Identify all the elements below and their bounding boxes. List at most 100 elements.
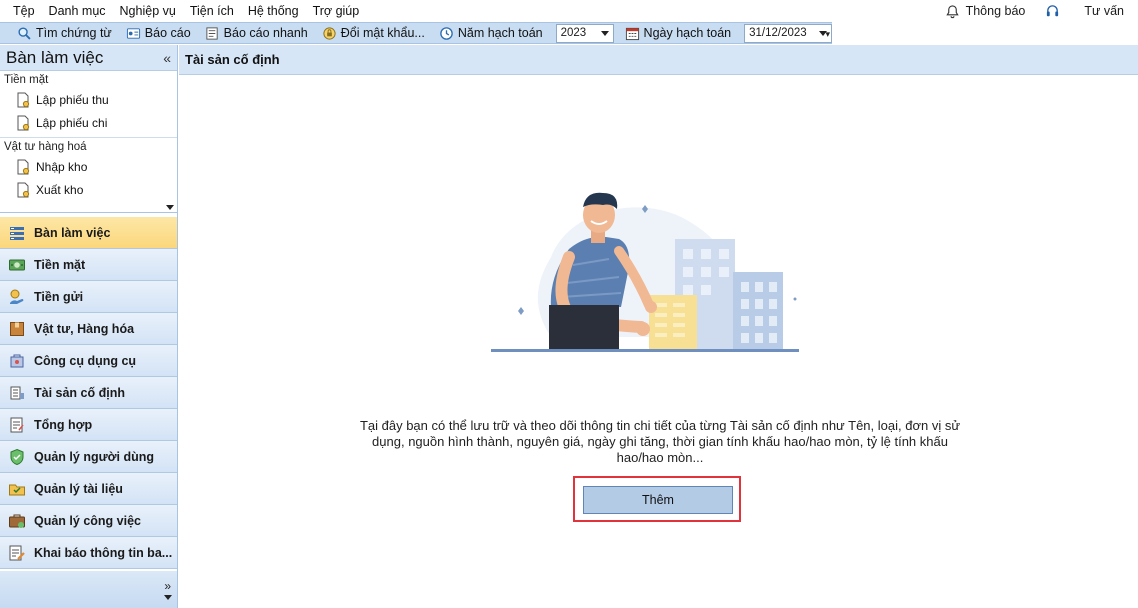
module-goods[interactable]: Vật tư, Hàng hóa	[0, 313, 177, 345]
tree-item-label: Xuất kho	[36, 182, 84, 197]
change-password-label: Đổi mật khẩu...	[340, 26, 425, 40]
tree-item-label: Lập phiếu thu	[36, 92, 109, 107]
module-label: Vật tư, Hàng hóa	[34, 321, 135, 336]
module-label: Công cụ dụng cụ	[34, 353, 137, 368]
desk-icon	[10, 226, 24, 240]
tools-icon	[10, 354, 24, 367]
module-user-management[interactable]: Quản lý người dùng	[0, 441, 177, 473]
module-list: Bàn làm việc Tiền mặt Tiền gửi Vật tư, H…	[0, 217, 177, 569]
declaration-icon	[9, 545, 25, 560]
quick-reports-label: Báo cáo nhanh	[223, 26, 308, 40]
fixed-asset-illustration	[491, 192, 799, 352]
panel-title: Bàn làm việc	[6, 47, 104, 67]
toolbar-overflow-icon[interactable]: ▾	[825, 29, 830, 40]
fiscal-year-select[interactable]: 2023	[555, 23, 614, 43]
document-icon	[17, 115, 30, 130]
module-label: Quản lý người dùng	[34, 449, 155, 464]
module-cash[interactable]: Tiền mặt	[0, 249, 177, 281]
chevron-down-icon	[600, 30, 609, 36]
document-icon	[17, 182, 30, 197]
search-icon	[18, 26, 31, 40]
toolbar: Tìm chứng từ Báo cáo Báo cáo nhanh Đổi m…	[0, 22, 832, 44]
reports-button[interactable]: Báo cáo	[119, 23, 198, 43]
module-label: Tiền mặt	[34, 257, 86, 272]
module-task-management[interactable]: Quản lý công việc	[0, 505, 177, 537]
menu-operations[interactable]: Nghiệp vụ	[113, 4, 183, 18]
summary-icon	[10, 417, 24, 432]
menu-right-area: Thông báo Tư vấn	[945, 0, 1138, 22]
tree-group-goods: Vật tư hàng hoá	[0, 137, 177, 155]
change-password-button[interactable]: Đổi mật khẩu...	[315, 23, 432, 43]
notifications-label: Thông báo	[965, 4, 1026, 18]
tree-item-stock-out[interactable]: Xuất kho	[0, 178, 177, 201]
add-button-highlight: Thêm	[573, 476, 741, 522]
search-vouchers-label: Tìm chứng từ	[36, 26, 112, 40]
document-icon	[17, 159, 30, 174]
user-shield-icon	[10, 448, 24, 465]
module-fixed-assets[interactable]: Tài sản cố định	[0, 377, 177, 409]
fiscal-year-group: Năm hạch toán	[432, 23, 550, 43]
posting-date-value: 31/12/2023	[749, 27, 807, 39]
tree-item-payment[interactable]: Lập phiếu chi	[0, 111, 177, 134]
posting-date-group: Ngày hạch toán	[618, 23, 739, 43]
add-fixed-asset-button[interactable]: Thêm	[583, 486, 733, 514]
main-content: Tài sản cố định Tại đây bạn có thể lưu t…	[179, 45, 1138, 608]
module-label: Quản lý công việc	[34, 513, 141, 528]
module-document-management[interactable]: Quản lý tài liệu	[0, 473, 177, 505]
shortcut-tree: Tiền mặt Lập phiếu thu Lập phiếu chi Vật…	[0, 71, 177, 213]
content-header: Tài sản cố định	[179, 45, 1138, 75]
module-desk[interactable]: Bàn làm việc	[0, 217, 177, 249]
module-label: Quản lý tài liệu	[34, 481, 123, 496]
document-icon	[17, 92, 30, 107]
posting-date-select[interactable]: 31/12/2023	[744, 23, 832, 43]
clock-icon	[440, 26, 453, 40]
menu-system[interactable]: Hệ thống	[241, 4, 306, 18]
menu-file[interactable]: Tệp	[6, 4, 42, 18]
tree-item-label: Lập phiếu chi	[36, 115, 108, 130]
module-declaration[interactable]: Khai báo thông tin ba...	[0, 537, 177, 569]
fiscal-year-value: 2023	[560, 27, 587, 39]
quick-reports-button[interactable]: Báo cáo nhanh	[198, 23, 315, 43]
notifications-button[interactable]: Thông báo	[945, 4, 1026, 19]
tree-item-label: Nhập kho	[36, 159, 88, 174]
menu-help[interactable]: Trợ giúp	[306, 4, 367, 18]
tree-item-receipt[interactable]: Lập phiếu thu	[0, 88, 177, 111]
menu-catalog[interactable]: Danh mục	[42, 4, 113, 18]
report-icon	[126, 27, 140, 39]
empty-state-description: Tại đây bạn có thể lưu trữ và theo dõi t…	[359, 418, 961, 465]
content-title: Tài sản cố định	[185, 52, 280, 67]
module-label: Tổng hợp	[34, 417, 93, 432]
bell-icon	[945, 4, 959, 18]
goods-box-icon	[10, 321, 24, 336]
fiscal-year-label: Năm hạch toán	[457, 26, 543, 40]
fixed-asset-icon	[10, 386, 24, 399]
module-deposit[interactable]: Tiền gửi	[0, 281, 177, 313]
headset-icon	[1047, 4, 1059, 16]
menu-utilities[interactable]: Tiện ích	[183, 4, 241, 18]
chevron-down-icon[interactable]	[164, 595, 172, 600]
expand-modules-icon[interactable]: »	[164, 579, 171, 593]
cash-icon	[9, 259, 25, 270]
module-footer: »	[0, 571, 177, 608]
module-label: Tài sản cố định	[34, 385, 125, 400]
tree-item-stock-in[interactable]: Nhập kho	[0, 155, 177, 178]
search-vouchers-button[interactable]: Tìm chứng từ	[10, 23, 119, 43]
posting-date-label: Ngày hạch toán	[643, 26, 732, 40]
module-label: Bàn làm việc	[34, 225, 111, 240]
collapse-panel-icon[interactable]: «	[163, 50, 171, 66]
tree-scroll-down-icon[interactable]	[166, 205, 174, 210]
module-tools[interactable]: Công cụ dụng cụ	[0, 345, 177, 377]
calendar-icon	[625, 27, 639, 40]
quick-report-icon	[206, 26, 218, 40]
folder-icon	[9, 484, 25, 495]
password-icon	[323, 26, 336, 40]
tree-group-cash: Tiền mặt	[4, 74, 49, 86]
deposit-icon	[10, 289, 24, 304]
module-summary[interactable]: Tổng hợp	[0, 409, 177, 441]
left-panel: Bàn làm việc « Tiền mặt Lập phiếu thu Lậ…	[0, 45, 178, 608]
module-label: Khai báo thông tin ba...	[34, 545, 173, 560]
briefcase-icon	[9, 514, 25, 528]
consult-label: Tư vấn	[1084, 4, 1124, 18]
consult-button[interactable]: Tư vấn	[1045, 4, 1124, 19]
module-label: Tiền gửi	[34, 289, 84, 304]
